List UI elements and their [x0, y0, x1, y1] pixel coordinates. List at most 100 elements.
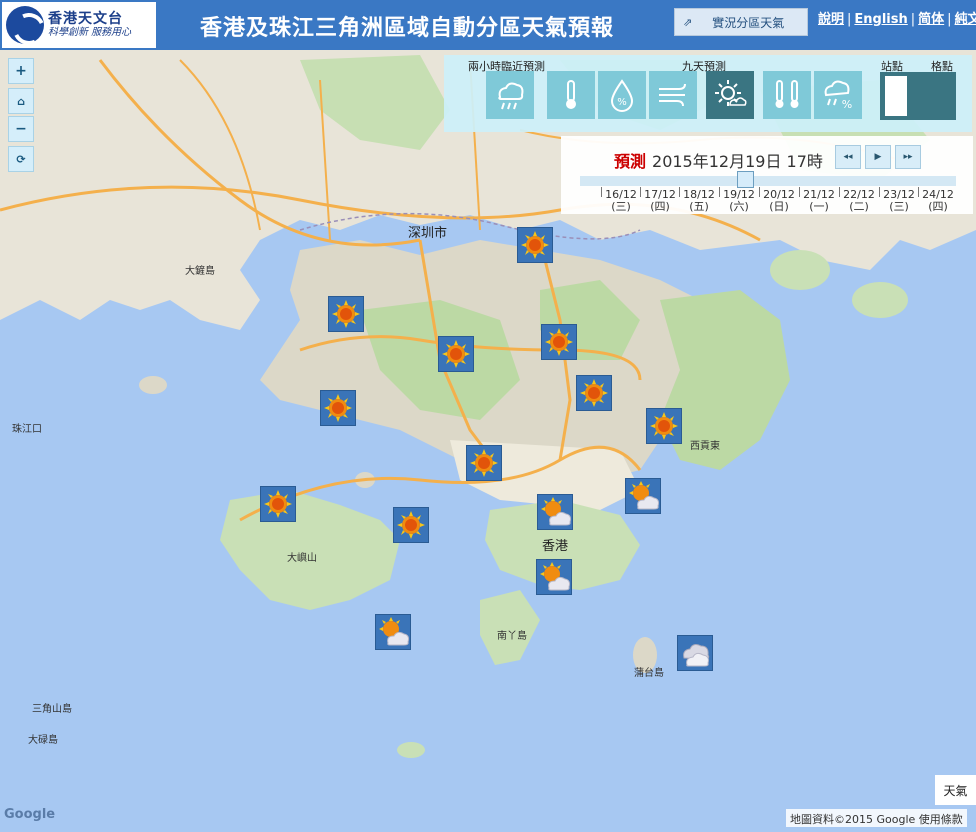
- link-separator: |: [847, 12, 852, 27]
- humidity-button[interactable]: %: [598, 71, 646, 119]
- tick-day: 18/12 (五): [679, 187, 719, 213]
- wind-icon: [659, 83, 686, 107]
- tick-day: 16/12 (三): [601, 187, 641, 213]
- toggle-knob: [885, 76, 907, 116]
- hko-logo[interactable]: 香港天文台 科學創新 服務用心: [2, 2, 156, 48]
- temperature-range-button[interactable]: [763, 71, 811, 119]
- rain-probability-button[interactable]: %: [814, 71, 862, 119]
- temperature-range-icon: [775, 80, 799, 108]
- thermometer-icon: [566, 80, 576, 109]
- sunny-icon: [580, 379, 608, 407]
- hko-emblem-icon: [6, 6, 44, 44]
- weather-marker[interactable]: [438, 336, 474, 372]
- rain-icon: [498, 82, 524, 110]
- observation-weather-button[interactable]: ⇗ 實況分區天氣: [674, 8, 808, 36]
- map-label-sanjiao: 三角山島: [32, 704, 72, 715]
- top-links: 說明|English|简体|純文字: [818, 8, 976, 27]
- temperature-button[interactable]: [547, 71, 595, 119]
- app-header: 香港天文台 科學創新 服務用心 香港及珠江三角洲區域自動分區天氣預報 ⇗ 實況分…: [0, 0, 976, 50]
- tick-day: 19/12 (六): [719, 187, 759, 213]
- legend-button[interactable]: 天氣: [935, 775, 976, 805]
- tick-day: 20/12 (日): [759, 187, 799, 213]
- tick-day: 23/12 (三): [879, 187, 919, 213]
- map-label-shenzhen: 深圳市: [408, 226, 448, 241]
- weather-marker[interactable]: [536, 559, 572, 595]
- svg-text:%: %: [617, 97, 627, 108]
- humidity-icon: %: [610, 79, 634, 112]
- weather-marker[interactable]: [677, 635, 713, 671]
- zoom-in-button[interactable]: +: [8, 58, 34, 84]
- weather-marker[interactable]: [393, 507, 429, 543]
- english-link[interactable]: English: [854, 12, 907, 27]
- map-label-saikung: 西貢東: [690, 441, 720, 452]
- page-title: 香港及珠江三角洲區域自動分區天氣預報: [200, 16, 615, 41]
- play-icon: ▶: [874, 152, 882, 162]
- time-slider-panel: 預測 2015年12月19日 17時 ◂◂ ▶ ▸▸ 16/12 (三) 17/12…: [561, 136, 973, 214]
- weather-marker[interactable]: [320, 390, 356, 426]
- map-label-zhucao: 珠江口: [12, 424, 42, 435]
- sunny-periods-icon: [379, 617, 409, 646]
- svg-text:%: %: [842, 98, 852, 111]
- play-button[interactable]: ▶: [865, 145, 891, 169]
- locate-button[interactable]: ⟳: [8, 146, 34, 172]
- zoom-out-button[interactable]: −: [8, 116, 34, 142]
- step-back-button[interactable]: ◂◂: [835, 145, 861, 169]
- weather-sun-icon: [715, 80, 747, 106]
- map-label-lamma: 南丫島: [497, 631, 527, 642]
- forecast-time-title: 預測 2015年12月19日 17時: [614, 148, 823, 172]
- logo-text: 香港天文台 科學創新 服務用心: [48, 11, 131, 39]
- forecast-prefix: 預測: [614, 152, 647, 171]
- map-attribution[interactable]: 地圖資料©2015 Google 使用條款: [786, 809, 967, 827]
- weather-marker[interactable]: [537, 494, 573, 530]
- sunny-icon: [650, 412, 678, 440]
- map-label-dagan: 大碌島: [28, 735, 58, 746]
- help-link[interactable]: 說明: [818, 12, 844, 27]
- weather-marker[interactable]: [576, 375, 612, 411]
- home-button[interactable]: ⌂: [8, 88, 34, 114]
- nowcast-rain-button[interactable]: [486, 71, 534, 119]
- simplified-chinese-link[interactable]: 简体: [918, 12, 944, 27]
- weather-button[interactable]: [706, 71, 754, 119]
- weather-marker[interactable]: [541, 324, 577, 360]
- tick-day: 22/12 (二): [839, 187, 879, 213]
- weather-marker[interactable]: [517, 227, 553, 263]
- link-separator: |: [910, 12, 916, 27]
- tick-day: 17/12 (四): [640, 187, 680, 213]
- map-label-lantau: 大嶼山: [287, 553, 317, 564]
- station-grid-toggle[interactable]: [880, 72, 956, 120]
- weather-marker[interactable]: [466, 445, 502, 481]
- text-only-link[interactable]: 純文字: [955, 12, 976, 27]
- sunny-icon: [442, 340, 470, 368]
- fast-forward-icon: ▸▸: [903, 152, 913, 162]
- weather-marker[interactable]: [375, 614, 411, 650]
- forecast-type-panel: 兩小時臨近預測 九天預測 站點 格點 % %: [444, 55, 972, 132]
- step-forward-button[interactable]: ▸▸: [895, 145, 921, 169]
- cloudy-icon: [683, 644, 710, 667]
- weather-marker[interactable]: [260, 486, 296, 522]
- sunny-icon: [397, 511, 425, 539]
- rain-probability-icon: %: [824, 80, 852, 111]
- sunny-icon: [324, 394, 352, 422]
- link-separator: |: [947, 12, 952, 27]
- forecast-datetime: 2015年12月19日 17時: [652, 152, 823, 171]
- sunny-icon: [545, 328, 573, 356]
- weather-marker[interactable]: [646, 408, 682, 444]
- time-slider-track[interactable]: [580, 176, 956, 186]
- time-slider-handle[interactable]: [737, 171, 754, 188]
- observation-weather-label: 實況分區天氣: [712, 15, 785, 30]
- logo-slogan: 科學創新 服務用心: [48, 27, 132, 39]
- sunny-icon: [470, 449, 498, 477]
- sunny-periods-icon: [541, 497, 571, 526]
- sunny-icon: [332, 300, 360, 328]
- wind-button[interactable]: [649, 71, 697, 119]
- tick-day: 24/12 (四): [918, 187, 958, 213]
- sunny-icon: [264, 490, 292, 518]
- rewind-icon: ◂◂: [843, 152, 853, 162]
- map-label-bodo: 大鏟島: [185, 266, 215, 277]
- logo-name: 香港天文台: [48, 11, 123, 28]
- external-link-icon: ⇗: [683, 15, 693, 29]
- weather-marker[interactable]: [625, 478, 661, 514]
- sunny-icon: [521, 231, 549, 259]
- weather-marker[interactable]: [328, 296, 364, 332]
- sunny-periods-icon: [629, 481, 659, 510]
